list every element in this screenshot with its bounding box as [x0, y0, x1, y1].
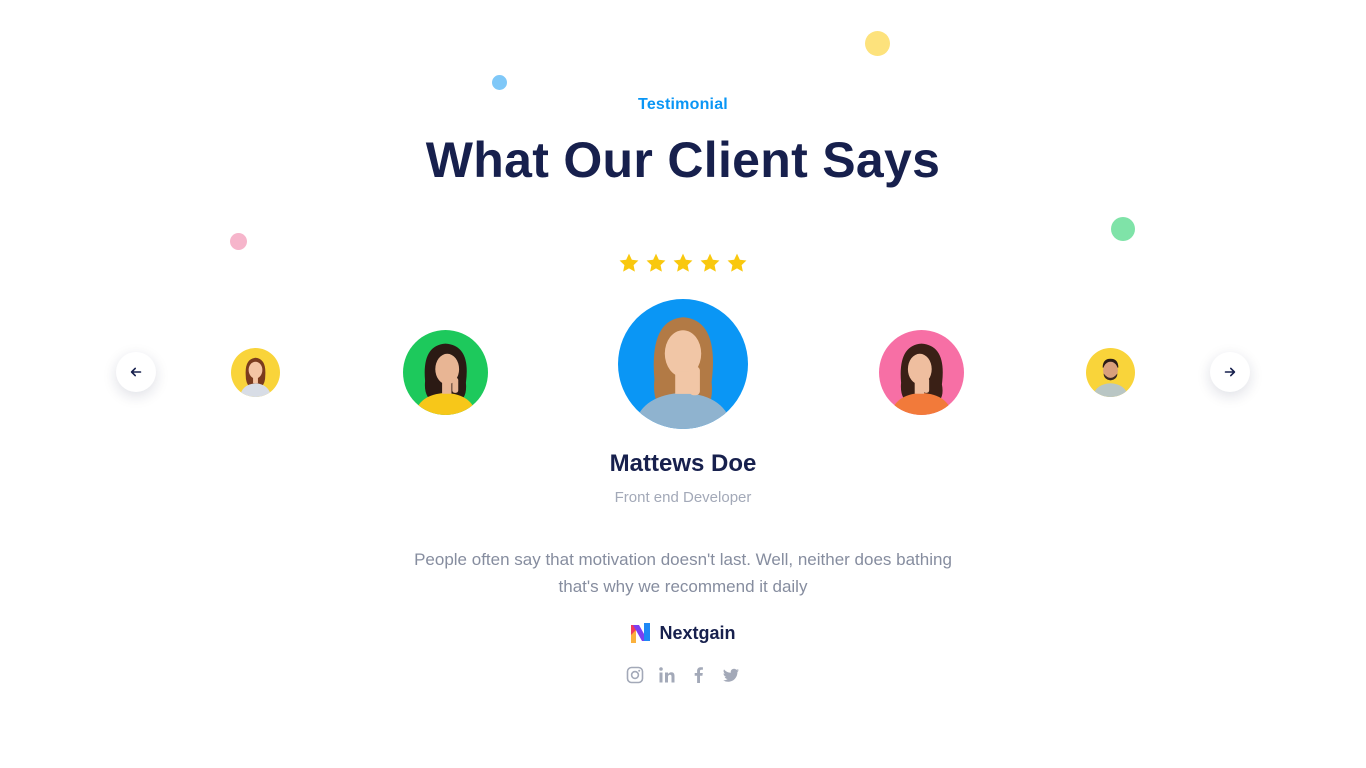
arrow-right-icon [1224, 367, 1236, 377]
star-rating [0, 252, 1366, 274]
linkedin-icon [659, 667, 675, 683]
client-name: Mattews Doe [609, 450, 757, 477]
star-icon [700, 253, 720, 272]
twitter-link[interactable] [721, 665, 741, 685]
facebook-icon [694, 667, 703, 683]
person-portrait-icon [633, 317, 733, 429]
person-portrait-icon [890, 343, 953, 415]
testimonial-section: Testimonial What Our Client Says Mattews… [0, 0, 1366, 768]
twitter-icon [723, 668, 739, 682]
star-icon [619, 253, 639, 272]
decorative-dot-blue [492, 75, 507, 90]
avatar-near-left[interactable] [403, 330, 488, 415]
avatar-active[interactable] [618, 299, 748, 429]
nextgain-logo-icon [631, 623, 651, 643]
facebook-link[interactable] [689, 665, 709, 685]
client-role: Front end Developer [614, 489, 752, 506]
star-icon [673, 253, 693, 272]
carousel-prev-button[interactable] [116, 352, 156, 392]
star-icon [646, 253, 666, 272]
decorative-dot-yellow [865, 31, 890, 56]
person-portrait-icon [239, 357, 272, 397]
decorative-dot-green [1111, 217, 1135, 241]
section-title: What Our Client Says [425, 132, 941, 188]
star-icon [727, 253, 747, 272]
linkedin-link[interactable] [657, 665, 677, 685]
carousel-next-button[interactable] [1210, 352, 1250, 392]
social-links [0, 665, 1366, 685]
section-eyebrow: Testimonial [638, 96, 728, 113]
testimonial-quote: People often say that motivation doesn't… [414, 550, 952, 596]
company-name: Nextgain [659, 622, 736, 643]
instagram-icon [626, 666, 644, 684]
avatar-far-right[interactable] [1086, 348, 1135, 397]
company-brand: Nextgain [0, 622, 1366, 644]
avatar-near-right[interactable] [879, 330, 964, 415]
arrow-left-icon [130, 367, 142, 377]
decorative-dot-pink [230, 233, 247, 250]
avatar-far-left[interactable] [231, 348, 280, 397]
person-portrait-icon [414, 343, 477, 415]
person-portrait-icon [1092, 358, 1129, 397]
instagram-link[interactable] [625, 665, 645, 685]
